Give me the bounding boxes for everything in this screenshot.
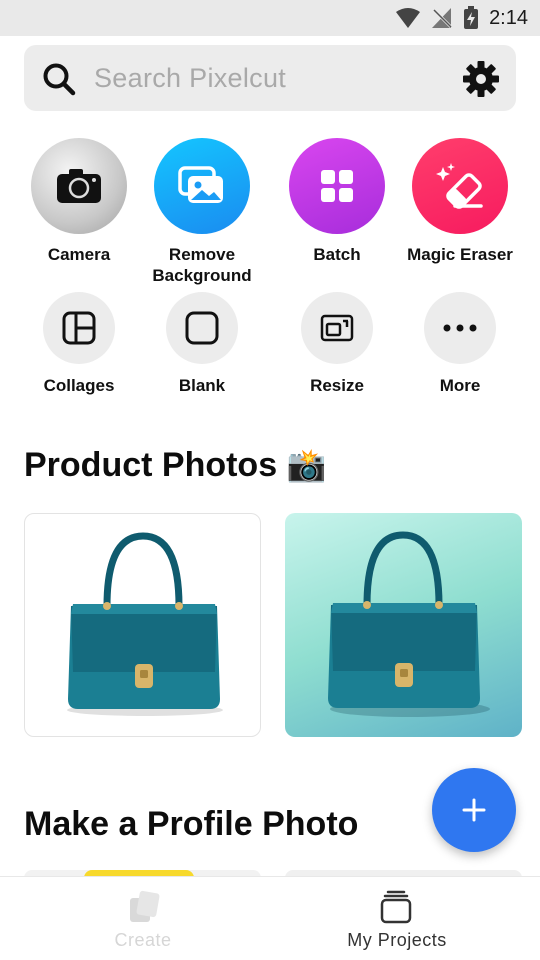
tool-collages[interactable]: Collages: [9, 292, 149, 396]
tool-more-label: More: [439, 376, 481, 395]
tool-batch-label: Batch: [313, 245, 361, 264]
profile-photo-title: Make a Profile Photo: [24, 805, 359, 843]
add-button[interactable]: [432, 768, 516, 852]
nav-create[interactable]: Create: [8, 877, 278, 960]
no-signal-icon: [432, 8, 453, 29]
product-photos-title: Product Photos: [24, 446, 278, 484]
image-icon: [178, 166, 223, 203]
grid-icon: [321, 170, 353, 202]
handbag-image: [328, 531, 490, 717]
blank-square-icon: [185, 311, 219, 345]
camera-flash-emoji: 📸: [286, 447, 327, 483]
tool-blank-label: Blank: [178, 376, 226, 395]
tool-blank[interactable]: Blank: [132, 292, 272, 396]
resize-icon: [320, 314, 354, 342]
tool-batch[interactable]: Batch: [267, 138, 407, 265]
handbag-image: [67, 532, 223, 716]
nav-my-projects-label: My Projects: [347, 930, 447, 950]
eraser-icon: [436, 163, 483, 209]
search-bar[interactable]: [24, 45, 516, 111]
more-dots-icon: [443, 324, 477, 332]
collage-icon: [62, 311, 96, 345]
tool-magic-eraser[interactable]: Magic Eraser: [390, 138, 530, 265]
gear-icon[interactable]: [462, 60, 500, 98]
tool-resize[interactable]: Resize: [267, 292, 407, 396]
tool-remove-background-label: Remove Background: [152, 245, 252, 285]
camera-icon: [57, 169, 101, 203]
search-icon[interactable]: [42, 62, 76, 96]
bottom-navigation: Create My Projects: [0, 876, 540, 960]
battery-charging-icon: [464, 6, 479, 29]
search-input[interactable]: [94, 57, 454, 99]
status-bar: 2:14: [0, 0, 540, 36]
product-photo-card-white[interactable]: [24, 513, 261, 737]
create-icon: [130, 890, 160, 922]
tool-camera-label: Camera: [47, 245, 111, 264]
status-time: 2:14: [489, 6, 528, 29]
nav-my-projects[interactable]: My Projects: [262, 877, 532, 960]
product-photos-heading: Product Photos 📸: [24, 446, 326, 485]
tool-more[interactable]: More: [390, 292, 530, 396]
tool-camera[interactable]: Camera: [9, 138, 149, 265]
projects-icon: [380, 890, 412, 924]
tool-collages-label: Collages: [43, 376, 115, 395]
nav-create-label: Create: [114, 930, 172, 950]
plus-icon: [462, 798, 486, 822]
wifi-icon: [396, 8, 421, 28]
product-photo-card-teal[interactable]: [285, 513, 522, 737]
tool-resize-label: Resize: [310, 376, 364, 395]
tool-magic-eraser-label: Magic Eraser: [407, 245, 513, 264]
tool-remove-background[interactable]: Remove Background: [132, 138, 272, 286]
